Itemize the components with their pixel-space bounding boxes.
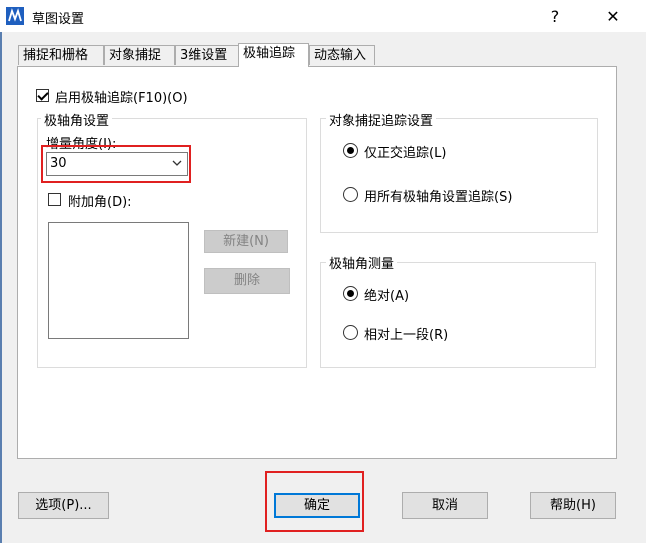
orthogonal-only-label: 仅正交追踪(L) <box>364 146 447 161</box>
osnap-tracking-group-title: 对象捕捉追踪设置 <box>326 110 437 129</box>
enable-polar-checkbox[interactable] <box>36 89 49 102</box>
all-polar-radio[interactable] <box>343 187 358 202</box>
highlight-box-ok <box>265 471 364 532</box>
polar-measure-group <box>320 262 596 368</box>
cancel-button[interactable]: 取消 <box>402 492 488 519</box>
relative-last-segment-radio[interactable] <box>343 325 358 340</box>
delete-angle-button[interactable]: 删除 <box>204 268 290 294</box>
new-angle-button[interactable]: 新建(N) <box>204 230 288 253</box>
close-button[interactable]: ✕ <box>590 0 636 32</box>
window-title: 草图设置 <box>32 12 85 27</box>
options-button[interactable]: 选项(P)... <box>18 492 109 519</box>
tab-label: 极轴追踪 <box>243 46 296 61</box>
enable-polar-label: 启用极轴追踪(F10)(O) <box>55 91 188 106</box>
tab-label: 3维设置 <box>180 48 228 63</box>
tab-3d-settings[interactable]: 3维设置 <box>175 45 239 65</box>
osnap-tracking-group <box>320 118 598 233</box>
additional-angle-label: 附加角(D): <box>68 195 132 210</box>
help-icon: ? <box>550 6 560 26</box>
polar-measure-group-title: 极轴角测量 <box>326 253 398 272</box>
title-bar: 草图设置 ? ✕ <box>0 0 646 32</box>
app-icon <box>6 7 24 25</box>
help-footer-button[interactable]: 帮助(H) <box>530 492 616 519</box>
tab-label: 对象捕捉 <box>109 48 162 63</box>
additional-angle-checkbox[interactable] <box>48 193 61 206</box>
absolute-radio[interactable] <box>343 286 358 301</box>
tab-label: 动态输入 <box>314 48 367 63</box>
additional-angle-list[interactable] <box>48 222 189 339</box>
relative-last-segment-label: 相对上一段(R) <box>364 328 449 343</box>
window-edge <box>0 32 2 543</box>
tab-label: 捕捉和栅格 <box>23 48 89 63</box>
tab-polar-tracking[interactable]: 极轴追踪 <box>238 43 309 67</box>
absolute-label: 绝对(A) <box>364 289 410 304</box>
orthogonal-only-radio[interactable] <box>343 143 358 158</box>
all-polar-label: 用所有极轴角设置追踪(S) <box>364 190 513 205</box>
highlight-box-increment <box>41 145 191 183</box>
polar-angle-group-title: 极轴角设置 <box>41 110 113 129</box>
tab-object-snap[interactable]: 对象捕捉 <box>104 45 175 65</box>
close-icon: ✕ <box>606 6 620 26</box>
help-button[interactable]: ? <box>532 0 578 32</box>
tab-dynamic-input[interactable]: 动态输入 <box>309 45 375 65</box>
tab-snap-grid[interactable]: 捕捉和栅格 <box>18 45 104 65</box>
